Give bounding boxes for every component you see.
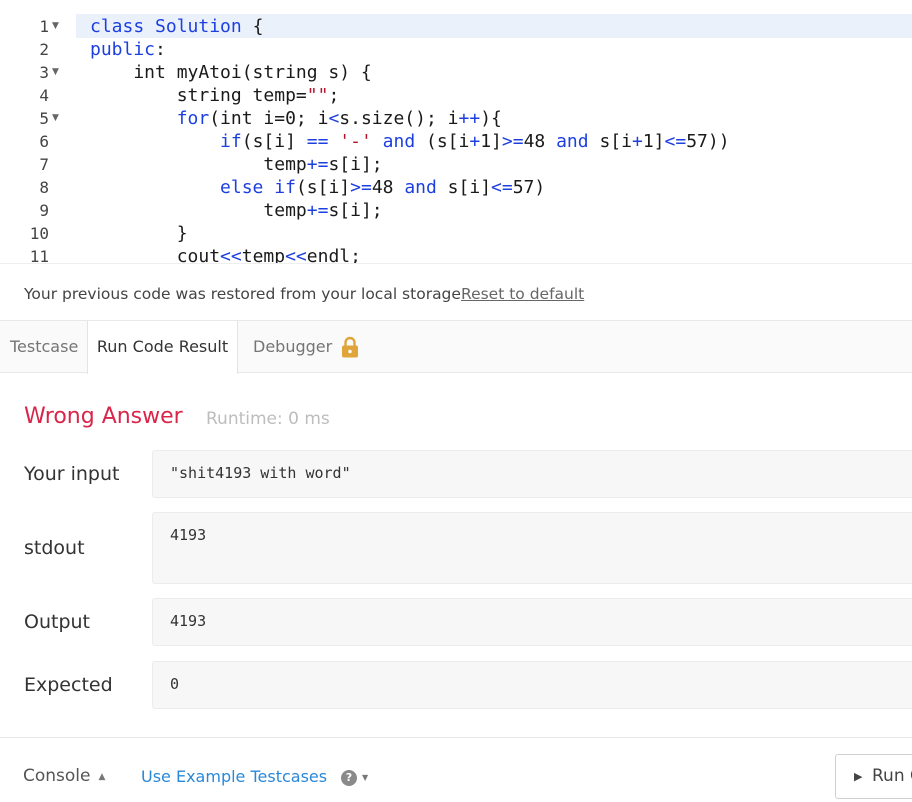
code-text[interactable]: temp+=s[i];: [90, 153, 382, 176]
line-number: 3: [39, 63, 49, 82]
code-text[interactable]: else if(s[i]>=48 and s[i]<=57): [90, 176, 545, 199]
line-number: 8: [39, 178, 49, 197]
line-number: 2: [39, 40, 49, 59]
your-input-value: "shit4193 with word": [152, 450, 912, 498]
footer-bar: Console ▲ Use Example Testcases ? ▼ ▶ Run…: [0, 737, 912, 802]
code-text[interactable]: temp+=s[i];: [90, 199, 382, 222]
code-text[interactable]: class Solution {: [90, 15, 263, 38]
code-text[interactable]: int myAtoi(string s) {: [90, 61, 371, 84]
tab-testcase[interactable]: Testcase: [10, 321, 78, 373]
fold-arrow-icon[interactable]: ▼: [52, 107, 59, 130]
code-line[interactable]: 8 else if(s[i]>=48 and s[i]<=57): [0, 176, 912, 199]
restore-notice-bar: Your previous code was restored from you…: [0, 263, 912, 321]
code-line[interactable]: 7 temp+=s[i];: [0, 153, 912, 176]
code-line[interactable]: 4 string temp="";: [0, 84, 912, 107]
lock-icon: [342, 336, 358, 358]
stdout-value: 4193: [152, 512, 912, 584]
expected-value: 0: [152, 661, 912, 709]
run-code-label: Run C: [872, 766, 912, 786]
restore-message: Your previous code was restored from you…: [24, 285, 466, 303]
output-label: Output: [24, 611, 90, 633]
output-value: 4193: [152, 598, 912, 646]
code-line[interactable]: 2 public:: [0, 38, 912, 61]
code-line[interactable]: 1 ▼ class Solution {: [0, 15, 912, 38]
line-number: 11: [29, 247, 49, 263]
code-line[interactable]: 6 if(s[i] == '-' and (s[i+1]>=48 and s[i…: [0, 130, 912, 153]
use-example-testcases-link[interactable]: Use Example Testcases: [141, 767, 327, 786]
fold-arrow-icon[interactable]: ▼: [52, 61, 59, 84]
verdict-wrong-answer: Wrong Answer: [24, 404, 183, 429]
line-number: 7: [39, 155, 49, 174]
tab-run-code-result[interactable]: Run Code Result: [87, 321, 238, 374]
reset-to-default-link[interactable]: Reset to default: [461, 285, 584, 303]
line-number: 4: [39, 86, 49, 105]
run-code-button[interactable]: ▶ Run C: [835, 754, 912, 799]
fold-arrow-icon[interactable]: ▼: [52, 15, 59, 38]
result-tabs: Testcase Run Code Result Debugger: [0, 321, 912, 374]
line-number: 5: [39, 109, 49, 128]
code-text[interactable]: }: [90, 222, 188, 245]
code-line[interactable]: 11 cout<<temp<<endl;: [0, 245, 912, 263]
code-editor[interactable]: 1 ▼ class Solution {2 public: 3 ▼ int myAtoi(…: [0, 0, 912, 263]
expected-label: Expected: [24, 674, 113, 696]
code-line[interactable]: 5 ▼ for(int i=0; i<s.size(); i++){: [0, 107, 912, 130]
code-line[interactable]: 9 temp+=s[i];: [0, 199, 912, 222]
line-number: 10: [29, 224, 49, 243]
help-icon[interactable]: ?: [341, 770, 357, 786]
console-label: Console: [23, 766, 91, 786]
line-number: 6: [39, 132, 49, 151]
code-text[interactable]: public:: [90, 38, 166, 61]
code-line[interactable]: 3 ▼ int myAtoi(string s) {: [0, 61, 912, 84]
console-toggle-button[interactable]: Console ▲: [23, 766, 105, 786]
stdout-label: stdout: [24, 537, 85, 559]
tab-debugger[interactable]: Debugger: [253, 321, 332, 373]
code-text[interactable]: if(s[i] == '-' and (s[i+1]>=48 and s[i+1…: [90, 130, 730, 153]
play-icon: ▶: [854, 770, 863, 783]
caret-up-icon: ▲: [98, 772, 106, 782]
chevron-down-icon[interactable]: ▼: [362, 773, 368, 782]
your-input-label: Your input: [24, 463, 120, 485]
line-number: 9: [39, 201, 49, 220]
code-line[interactable]: 10 }: [0, 222, 912, 245]
code-text[interactable]: string temp="";: [90, 84, 340, 107]
code-text[interactable]: for(int i=0; i<s.size(); i++){: [90, 107, 502, 130]
code-text[interactable]: cout<<temp<<endl;: [90, 245, 361, 263]
runtime-label: Runtime: 0 ms: [206, 409, 330, 429]
line-number: 1: [39, 17, 49, 36]
